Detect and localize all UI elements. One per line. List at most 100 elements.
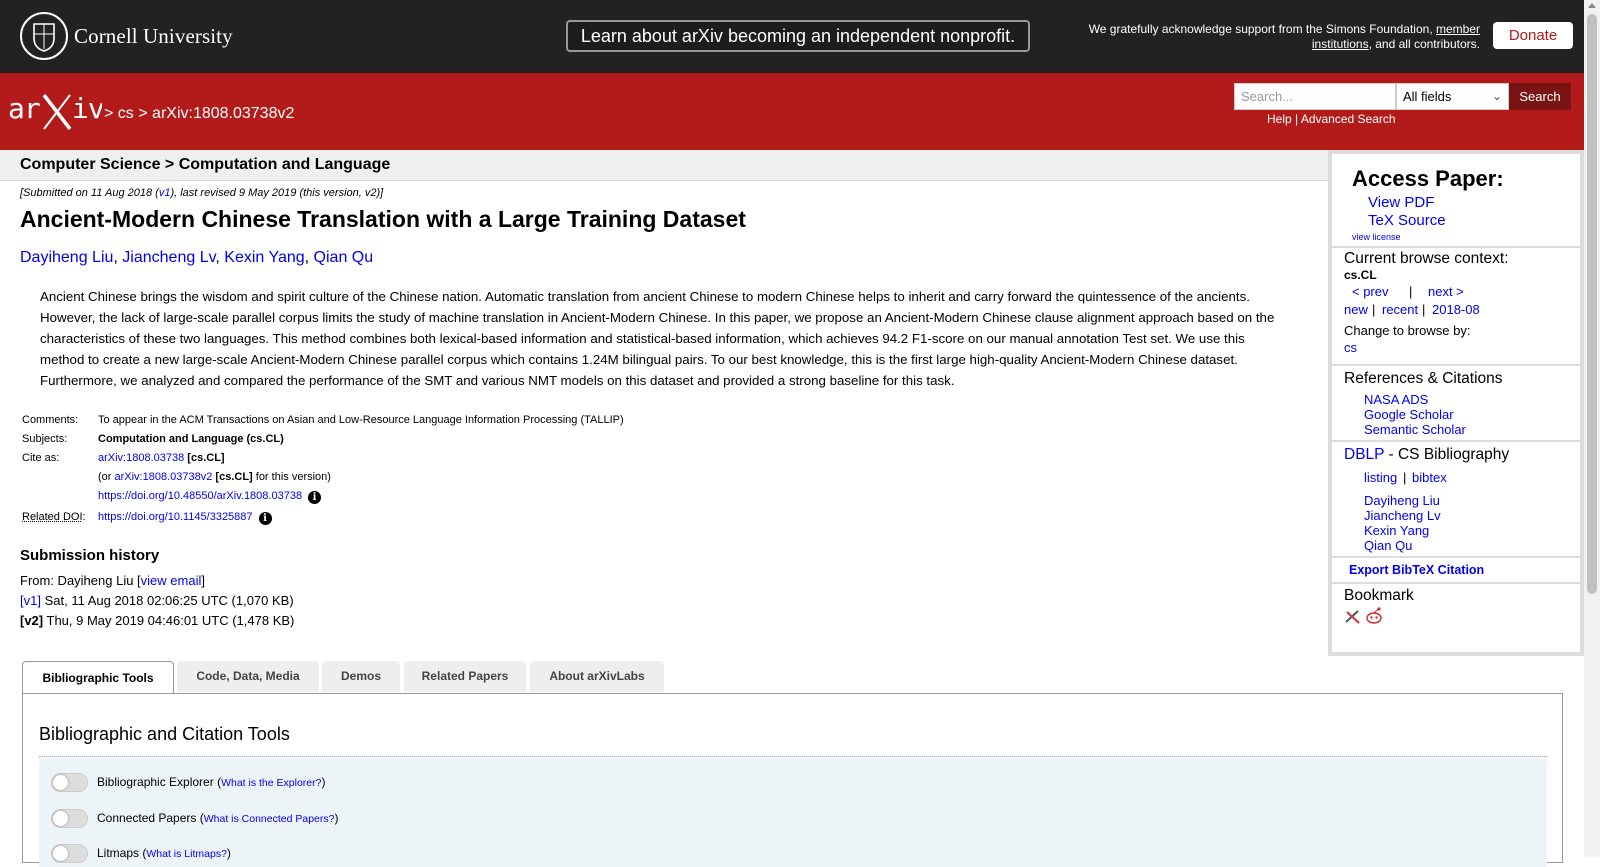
top-bar: Cornell University Learn about arXiv bec…: [0, 0, 1584, 73]
category-title: Computer Science > Computation and Langu…: [20, 156, 391, 173]
search-button[interactable]: Search: [1509, 83, 1571, 110]
browse-context-value: cs.CL: [1344, 268, 1377, 282]
new-link[interactable]: new: [1344, 302, 1368, 317]
recent-link[interactable]: recent: [1382, 302, 1418, 317]
history-from-prefix: From: Dayiheng Liu [: [20, 573, 141, 588]
dblp-listing-link[interactable]: listing: [1364, 470, 1397, 485]
explorer-help-link[interactable]: What is the Explorer?: [221, 777, 321, 789]
scrollbar-thumb[interactable]: [1587, 14, 1597, 594]
litmaps-toggle[interactable]: [51, 844, 88, 863]
bibsonomy-icon[interactable]: [1344, 608, 1362, 626]
author-link[interactable]: Kexin Yang: [224, 249, 304, 266]
browse-cs-link[interactable]: cs: [1344, 340, 1357, 355]
help-link[interactable]: Help: [1267, 112, 1292, 126]
references-title: References & Citations: [1344, 370, 1503, 387]
author-link[interactable]: Qian Qu: [314, 249, 374, 266]
dblp-bibtex-link[interactable]: bibtex: [1412, 470, 1447, 485]
nonprofit-banner-button[interactable]: Learn about arXiv becoming an independen…: [566, 20, 1030, 52]
related-doi-link[interactable]: https://doi.org/10.1145/3325887: [98, 511, 253, 523]
nav-separator: |: [1409, 284, 1413, 299]
history-from: From: Dayiheng Liu [view email]: [20, 571, 294, 591]
explorer-toggle[interactable]: [51, 773, 88, 792]
view-email-link[interactable]: view email: [141, 573, 202, 588]
dblp-author-link[interactable]: Qian Qu: [1364, 538, 1412, 553]
submission-history-title: Submission history: [20, 547, 160, 564]
cornell-university-name[interactable]: Cornell University: [74, 24, 233, 49]
next-link[interactable]: next >: [1428, 284, 1464, 299]
prev-link[interactable]: < prev: [1352, 284, 1389, 299]
tex-source-link[interactable]: TeX Source: [1368, 212, 1446, 229]
cite-v2-link[interactable]: arXiv:1808.03738v2: [115, 471, 213, 483]
dblp-author-link[interactable]: Jiancheng Lv: [1364, 508, 1441, 523]
tools-title: Bibliographic and Citation Tools: [39, 724, 290, 744]
tab-code-data-media[interactable]: Code, Data, Media: [177, 661, 319, 692]
breadcrumb-paper-id: arXiv:1808.03738v2: [152, 105, 295, 122]
dblp-title: DBLP - CS Bibliography: [1344, 446, 1509, 464]
dblp-author-link[interactable]: Kexin Yang: [1364, 523, 1429, 538]
connected-papers-toggle[interactable]: [51, 809, 88, 828]
paper-title: Ancient-Modern Chinese Translation with …: [20, 206, 746, 232]
tab-demos[interactable]: Demos: [322, 661, 400, 692]
view-pdf-link[interactable]: View PDF: [1368, 194, 1434, 211]
doi-value: https://doi.org/10.48550/arXiv.1808.0373…: [98, 490, 322, 504]
connected-papers-help-link[interactable]: What is Connected Papers?: [204, 813, 335, 825]
cornell-seal-icon[interactable]: [20, 12, 68, 60]
nasa-ads-link[interactable]: NASA ADS: [1364, 392, 1428, 407]
breadcrumb-cs-link[interactable]: cs: [118, 105, 134, 122]
tab-related-papers[interactable]: Related Papers: [404, 661, 526, 692]
chevron-down-icon: ⌄: [1491, 89, 1502, 103]
arxiv-header: ar iv > cs > arXiv:1808.03738v2 Search..…: [0, 73, 1584, 150]
search-input[interactable]: Search...: [1234, 83, 1396, 110]
tab-about-arxivlabs[interactable]: About arXivLabs: [530, 661, 664, 692]
info-icon[interactable]: i: [258, 512, 272, 525]
toggle-label: Litmaps (What is Litmaps?): [97, 846, 231, 860]
svg-text:iv: iv: [72, 92, 102, 125]
subjects-label: Subjects:: [22, 433, 68, 445]
dblp-author-link[interactable]: Dayiheng Liu: [1364, 493, 1440, 508]
support-suffix: , and all contributors.: [1368, 37, 1480, 51]
browse-context-title: Current browse context:: [1344, 250, 1509, 267]
reddit-icon[interactable]: [1364, 606, 1384, 626]
dateline-v1-link[interactable]: v1: [159, 187, 171, 199]
author-link[interactable]: Dayiheng Liu: [20, 249, 113, 266]
info-icon[interactable]: i: [308, 491, 322, 504]
dateline-suffix: ), last revised 9 May 2019 (this version…: [170, 187, 384, 199]
bookmark-title: Bookmark: [1344, 587, 1414, 604]
tab-bibliographic-tools[interactable]: Bibliographic Tools: [22, 661, 174, 694]
search-field-select[interactable]: All fields ⌄: [1396, 83, 1509, 110]
google-scholar-link[interactable]: Google Scholar: [1364, 407, 1454, 422]
cite-label: Cite as:: [22, 452, 60, 464]
help-separator: |: [1295, 112, 1299, 126]
author-link[interactable]: Jiancheng Lv: [122, 249, 215, 266]
support-acknowledgement: We gratefully acknowledge support from t…: [1060, 22, 1480, 52]
related-doi-value: https://doi.org/10.1145/3325887 i: [98, 511, 272, 525]
dblp-suffix: - CS Bibliography: [1384, 446, 1510, 463]
subjects-value: Computation and Language (cs.CL): [98, 433, 284, 445]
breadcrumb: > cs > arXiv:1808.03738v2: [104, 105, 294, 123]
scrollbar[interactable]: [1584, 0, 1600, 857]
cite-id-link[interactable]: arXiv:1808.03738: [98, 452, 184, 464]
advanced-search-link[interactable]: Advanced Search: [1301, 112, 1396, 126]
arxiv-logo-icon[interactable]: ar iv: [8, 91, 102, 133]
history-v1-link[interactable]: [v1]: [20, 593, 41, 608]
tools-list: Bibliographic Explorer (What is the Expl…: [39, 756, 1547, 867]
dblp-link[interactable]: DBLP: [1344, 446, 1384, 463]
cite-category: [cs.CL]: [187, 452, 225, 464]
doi-link[interactable]: https://doi.org/10.48550/arXiv.1808.0373…: [98, 490, 302, 502]
dblp-separator: |: [1403, 470, 1407, 485]
related-doi-abbr: Related DOI: [22, 511, 83, 523]
litmaps-help-link[interactable]: What is Litmaps?: [146, 848, 227, 860]
view-license-link[interactable]: view license: [1352, 232, 1401, 242]
comments-label: Comments:: [22, 414, 79, 426]
scroll-up-arrow-icon[interactable]: [1588, 3, 1596, 8]
month-link[interactable]: 2018-08: [1432, 302, 1480, 317]
history-from-suffix: ]: [201, 573, 205, 588]
semantic-scholar-link[interactable]: Semantic Scholar: [1364, 422, 1466, 437]
submission-history: From: Dayiheng Liu [view email] [v1] Sat…: [20, 571, 294, 631]
access-paper-box: Access Paper: View PDF TeX Source view l…: [1332, 154, 1580, 246]
donate-button[interactable]: Donate: [1493, 22, 1573, 49]
history-v1: [v1] Sat, 11 Aug 2018 02:06:25 UTC (1,07…: [20, 591, 294, 611]
breadcrumb-separator: >: [138, 105, 148, 122]
export-bibtex-link[interactable]: Export BibTeX Citation: [1349, 563, 1484, 577]
related-doi-colon: :: [82, 511, 86, 523]
